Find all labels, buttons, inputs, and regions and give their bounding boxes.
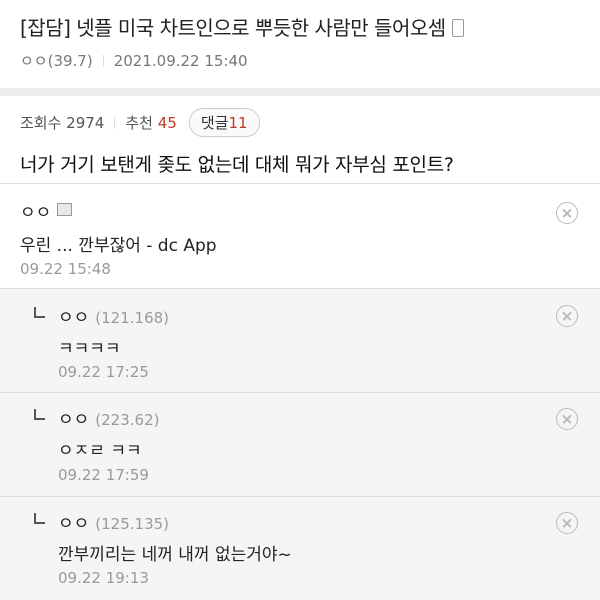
close-circle-icon[interactable] bbox=[556, 512, 578, 534]
phone-icon bbox=[451, 19, 464, 37]
reply-author[interactable]: ㅇㅇ (125.135) bbox=[58, 509, 169, 534]
comment-label: 댓글 bbox=[200, 114, 229, 132]
recommend-label: 추천 bbox=[125, 114, 153, 132]
recommend-count: 45 bbox=[157, 113, 177, 132]
reply-author[interactable]: ㅇㅇ (223.62) bbox=[58, 405, 159, 430]
comment-count-button[interactable]: 댓글11 bbox=[188, 108, 260, 137]
view-count: 조회수 2974 bbox=[20, 114, 105, 132]
post-stats: 조회수 2974 추천 45 댓글11 bbox=[0, 96, 600, 146]
reply-item: ㅇㅇ (125.135) 깐부끼리는 네꺼 내꺼 없는거야~ 09.22 19:1… bbox=[0, 497, 600, 600]
reply-author-ip: (121.168) bbox=[95, 309, 170, 327]
reply-text: ㅋㅋㅋㅋ bbox=[58, 339, 121, 359]
stats-divider bbox=[114, 116, 116, 129]
comment-count: 11 bbox=[228, 114, 248, 132]
close-circle-icon[interactable] bbox=[556, 408, 578, 430]
reply-author-name: ㅇㅇ bbox=[58, 514, 90, 534]
post-header: [잡담] 넷플 미국 차트인으로 뿌듯한 사람만 들어오셈 ㅇㅇ(39.7) 20… bbox=[0, 0, 600, 88]
reply-time: 09.22 17:59 bbox=[58, 466, 149, 484]
reply-text: 깐부끼리는 네꺼 내꺼 없는거야~ bbox=[58, 545, 292, 565]
reply-author[interactable]: ㅇㅇ (121.168) bbox=[58, 303, 169, 328]
post-meta: ㅇㅇ(39.7) 2021.09.22 15:40 bbox=[20, 50, 248, 71]
reply-author-name: ㅇㅇ bbox=[58, 308, 90, 328]
close-circle-icon[interactable] bbox=[556, 305, 578, 327]
post-body: 너가 거기 보탠게 좆도 없는데 대체 뭐가 자부심 포인트? bbox=[20, 154, 454, 176]
post-date: 2021.09.22 15:40 bbox=[113, 52, 248, 70]
meta-divider bbox=[102, 55, 104, 67]
reply-author-ip: (223.62) bbox=[95, 411, 160, 429]
reply-time: 09.22 19:13 bbox=[58, 569, 149, 587]
post-author[interactable]: ㅇㅇ(39.7) bbox=[20, 52, 93, 70]
reply-arrow-icon bbox=[34, 409, 45, 420]
close-circle-icon[interactable] bbox=[556, 202, 578, 224]
reply-item: ㅇㅇ (121.168) ㅋㅋㅋㅋ 09.22 17:25 bbox=[0, 289, 600, 392]
post-title-text: [잡담] 넷플 미국 차트인으로 뿌듯한 사람만 들어오셈 bbox=[20, 16, 446, 40]
reply-arrow-icon bbox=[34, 307, 45, 318]
reply-arrow-icon bbox=[34, 513, 45, 524]
reply-time: 09.22 17:25 bbox=[58, 363, 149, 381]
post-title: [잡담] 넷플 미국 차트인으로 뿌듯한 사람만 들어오셈 bbox=[20, 12, 464, 41]
comment-author[interactable]: ㅇㅇ bbox=[20, 198, 73, 223]
reply-item: ㅇㅇ (223.62) ㅇㅈㄹ ㅋㅋ 09.22 17:59 bbox=[0, 393, 600, 496]
reply-text: ㅇㅈㄹ ㅋㅋ bbox=[58, 441, 142, 461]
comment-author-name: ㅇㅇ bbox=[20, 203, 52, 223]
reply-author-ip: (125.135) bbox=[95, 515, 170, 533]
reply-author-name: ㅇㅇ bbox=[58, 410, 90, 430]
mobile-badge-icon bbox=[57, 203, 73, 216]
comment-time: 09.22 15:48 bbox=[20, 260, 111, 278]
section-gap bbox=[0, 88, 600, 96]
comment-text: 우린 ... 깐부잖어 - dc App bbox=[20, 236, 217, 256]
comment-item: ㅇㅇ 우린 ... 깐부잖어 - dc App 09.22 15:48 bbox=[0, 184, 600, 288]
